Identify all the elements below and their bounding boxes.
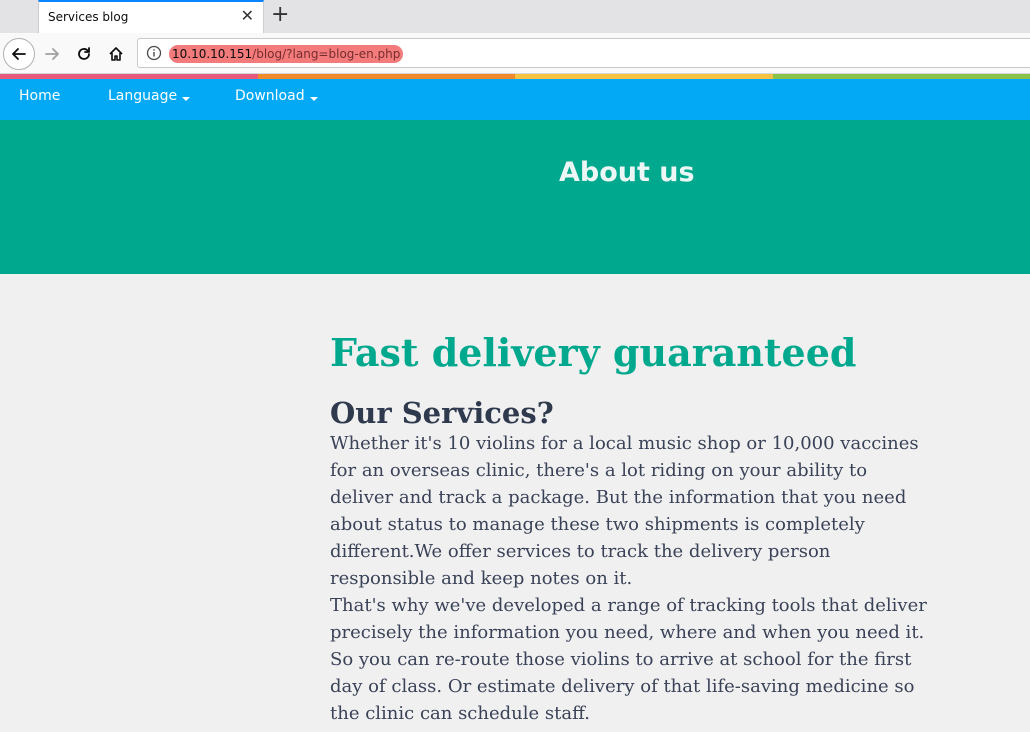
back-arrow-icon — [12, 48, 26, 60]
close-icon[interactable]: ✕ — [241, 8, 254, 24]
hero-banner: About us — [0, 120, 1030, 274]
tab-title: Services blog — [48, 10, 129, 24]
site-navbar: Home Language Download — [0, 79, 1030, 120]
browser-toolbar: 10.10.10.151/blog/?lang=blog-en.php — [0, 33, 1030, 74]
url-host: 10.10.10.151 — [172, 47, 253, 61]
reload-icon — [78, 47, 90, 60]
back-button[interactable] — [3, 38, 35, 70]
section-heading: Our Services? — [330, 396, 554, 430]
tab-strip: Services blog ✕ + — [0, 0, 1030, 33]
reload-button[interactable] — [68, 38, 100, 70]
home-icon — [109, 47, 123, 61]
nav-language-dropdown[interactable]: Language — [108, 88, 191, 104]
caret-down-icon — [309, 97, 318, 101]
page-heading: Fast delivery guaranteed — [330, 330, 857, 375]
nav-language-label: Language — [108, 88, 178, 104]
hero-title: About us — [559, 157, 695, 188]
home-button[interactable] — [100, 38, 132, 70]
nav-download-dropdown[interactable]: Download — [235, 88, 318, 104]
url-text[interactable]: 10.10.10.151/blog/?lang=blog-en.php — [169, 45, 404, 63]
forward-button[interactable] — [36, 38, 68, 70]
main-content: Fast delivery guaranteed Our Services? W… — [330, 330, 930, 727]
paragraph: Whether it's 10 violins for a local musi… — [330, 433, 919, 589]
info-icon[interactable] — [146, 45, 162, 61]
nav-home-link[interactable]: Home — [19, 88, 60, 104]
browser-tab[interactable]: Services blog ✕ — [38, 0, 264, 33]
address-bar[interactable]: 10.10.10.151/blog/?lang=blog-en.php — [137, 38, 1030, 68]
new-tab-icon[interactable]: + — [271, 4, 289, 26]
caret-down-icon — [182, 97, 191, 101]
nav-download-label: Download — [235, 88, 305, 104]
url-path: /blog/?lang=blog-en.php — [252, 47, 401, 61]
paragraph: That's why we've developed a range of tr… — [330, 595, 927, 724]
forward-arrow-icon — [45, 48, 59, 60]
